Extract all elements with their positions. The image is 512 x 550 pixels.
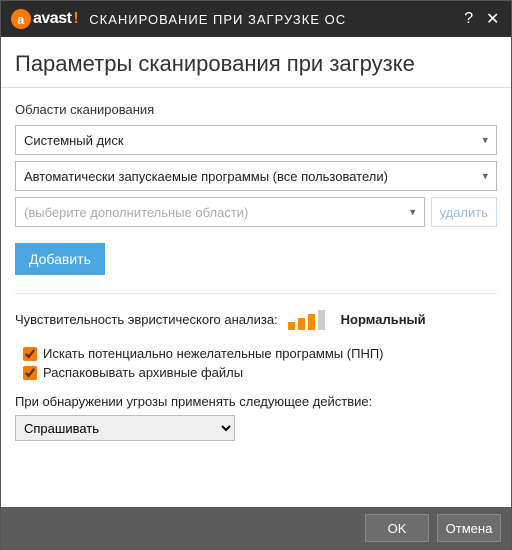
header: Параметры сканирования при загрузке [1,37,511,88]
footer: OK Отмена [1,507,511,549]
chevron-down-icon: ▾ [482,170,488,183]
bar-2 [298,318,305,330]
area-select-1-value: Системный диск [24,133,124,148]
close-button[interactable]: ✕ [481,7,505,31]
bar-4 [318,310,325,330]
area-select-3-placeholder: (выберите дополнительные области) [24,205,248,220]
unpack-checkbox-label: Распаковывать архивные файлы [43,365,243,380]
ok-button[interactable]: OK [365,514,429,542]
brand-logo: avast ! [11,9,79,29]
pup-checkbox-row[interactable]: Искать потенциально нежелательные програ… [23,346,497,361]
threat-action-label: При обнаружении угрозы применять следующ… [15,394,497,409]
titlebar: avast ! СКАНИРОВАНИЕ ПРИ ЗАГРУЗКЕ ОС ? ✕ [1,1,511,37]
logo-icon [11,9,31,29]
bar-3 [308,314,315,330]
heuristic-level-label: Нормальный [341,312,426,327]
unpack-checkbox-row[interactable]: Распаковывать архивные файлы [23,365,497,380]
dialog-window: avast ! СКАНИРОВАНИЕ ПРИ ЗАГРУЗКЕ ОС ? ✕… [0,0,512,550]
threat-action-select[interactable]: Спрашивать [15,415,235,441]
heuristic-label: Чувствительность эвристического анализа: [15,312,278,327]
area-select-2[interactable]: Автоматически запускаемые программы (все… [15,161,497,191]
bar-1 [288,322,295,330]
pup-checkbox-label: Искать потенциально нежелательные програ… [43,346,384,361]
add-button[interactable]: Добавить [15,243,105,275]
help-button[interactable]: ? [457,7,481,31]
area-select-3[interactable]: (выберите дополнительные области) ▾ [15,197,425,227]
heuristic-level-bars[interactable] [288,308,325,330]
unpack-checkbox[interactable] [23,366,37,380]
pup-checkbox[interactable] [23,347,37,361]
heuristic-row: Чувствительность эвристического анализа:… [15,308,497,330]
areas-label: Области сканирования [15,102,497,117]
chevron-down-icon: ▾ [410,206,416,219]
cancel-button[interactable]: Отмена [437,514,501,542]
chevron-down-icon: ▾ [482,134,488,147]
page-title: Параметры сканирования при загрузке [15,51,497,77]
brand-exclaim: ! [73,10,79,28]
brand-text: avast [33,10,71,28]
content: Области сканирования Системный диск ▾ Ав… [1,88,511,507]
area-select-1[interactable]: Системный диск ▾ [15,125,497,155]
delete-button[interactable]: удалить [431,197,497,227]
area-select-2-value: Автоматически запускаемые программы (все… [24,169,388,184]
divider [15,293,497,294]
window-title: СКАНИРОВАНИЕ ПРИ ЗАГРУЗКЕ ОС [89,12,457,27]
